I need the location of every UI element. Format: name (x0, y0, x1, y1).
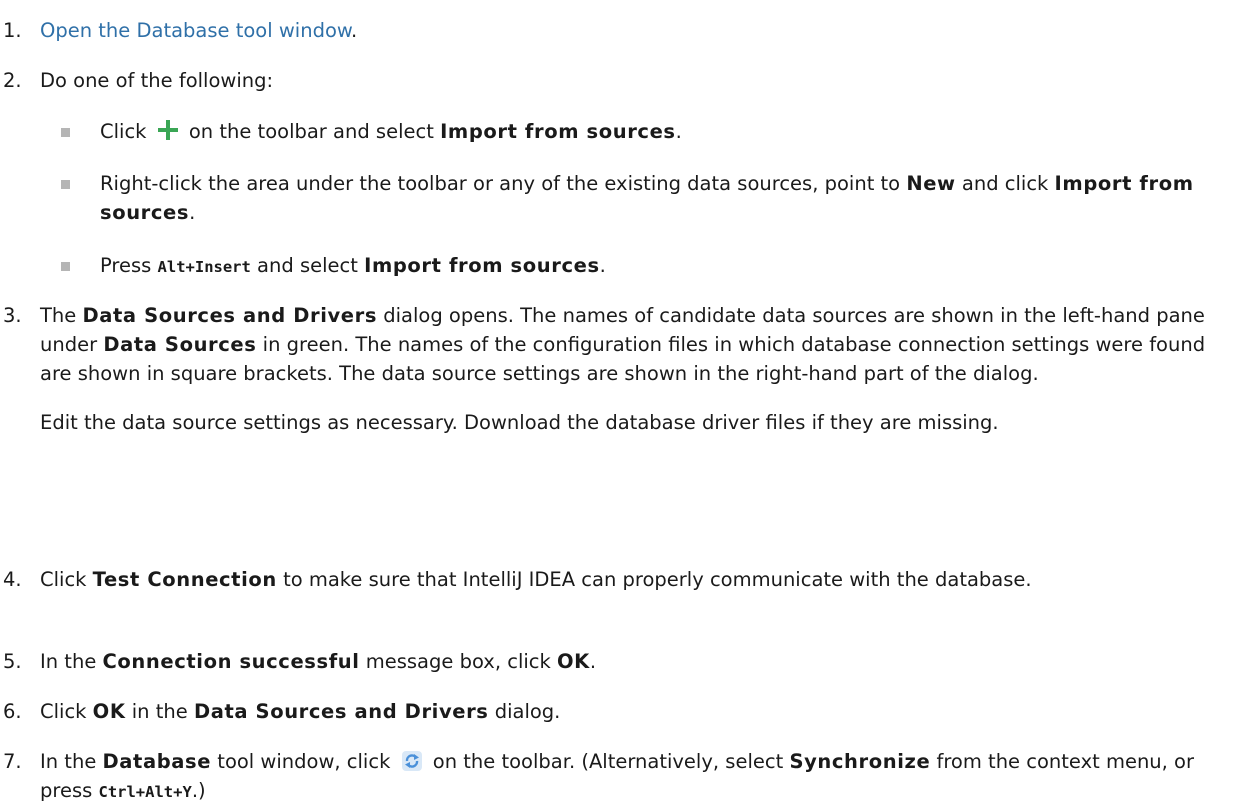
ui-term: Data Sources and Drivers (82, 304, 378, 327)
bullet-marker (61, 128, 70, 137)
synchronize-icon (401, 751, 422, 771)
step-number: 3. (3, 304, 22, 327)
step-text: . (351, 19, 358, 42)
substep-text: Press Alt+Insert and select Import from … (100, 251, 1229, 282)
document: 1. Open the Database tool window. 2. Do … (0, 0, 1239, 802)
ui-term: Import from sources (440, 120, 676, 143)
open-database-tool-window-link[interactable]: Open the Database tool window (40, 19, 351, 42)
substep-text: Right-click the area under the toolbar o… (100, 169, 1229, 227)
ui-term: New (906, 172, 956, 195)
text: . (675, 120, 682, 143)
step-number: 5. (3, 650, 22, 673)
text: .) (191, 779, 206, 802)
step-body: The Data Sources and Drivers dialog open… (40, 301, 1229, 437)
step-body: In the Database tool window, click on th… (40, 747, 1229, 807)
text: on the toolbar and select (182, 120, 441, 143)
bullet-marker (61, 180, 70, 189)
text: . (189, 201, 196, 224)
ui-term: Synchronize (789, 750, 931, 773)
step-number: 2. (3, 69, 22, 92)
step-paragraph: Edit the data source settings as necessa… (40, 411, 999, 434)
step-body: Do one of the following: (40, 66, 1229, 95)
step-body: Click Test Connection to make sure that … (40, 565, 1229, 594)
keyboard-shortcut: Alt+Insert (157, 258, 251, 276)
text: In the (40, 750, 103, 773)
ui-term: OK (557, 650, 590, 673)
ui-term: Import from sources (364, 254, 600, 277)
keyboard-shortcut: Ctrl+Alt+Y (98, 783, 192, 801)
text: . (599, 254, 606, 277)
text: and select (250, 254, 365, 277)
step-text: Do one of the following: (40, 69, 274, 92)
text: . (589, 650, 597, 673)
ui-term: Connection successful (102, 650, 360, 673)
text: The (40, 304, 83, 327)
text: dialog. (488, 700, 561, 723)
text: Click (40, 700, 93, 723)
text: in the (125, 700, 194, 723)
text: Click (40, 568, 93, 591)
step-body: In the Connection successful message box… (40, 647, 1229, 676)
text: and click (955, 172, 1055, 195)
ui-term: Test Connection (92, 568, 277, 591)
text: Click (100, 120, 153, 143)
text: Press (100, 254, 158, 277)
step-body: Click OK in the Data Sources and Drivers… (40, 697, 1229, 726)
step-number: 1. (3, 19, 22, 42)
text: on the toolbar. (Alternatively, select (426, 750, 790, 773)
step-number: 6. (3, 700, 22, 723)
text: In the (40, 650, 103, 673)
substep-text: Click on the toolbar and select Import f… (100, 117, 1229, 146)
ui-term: OK (92, 700, 126, 723)
ui-term: Database (102, 750, 212, 773)
step-body: Open the Database tool window. (40, 16, 1229, 45)
text: message box, click (359, 650, 557, 673)
text: Right-click the area under the toolbar o… (100, 172, 907, 195)
bullet-marker (61, 262, 70, 271)
step-paragraph: The Data Sources and Drivers dialog open… (40, 301, 1229, 388)
step-number: 7. (3, 750, 22, 773)
ui-term: Data Sources (103, 333, 257, 356)
ui-term: Data Sources and Drivers (193, 700, 489, 723)
step-number: 4. (3, 568, 22, 591)
text: tool window, click (211, 750, 397, 773)
text: to make sure that IntelliJ IDEA can prop… (276, 568, 1032, 591)
plus-icon (157, 119, 179, 141)
